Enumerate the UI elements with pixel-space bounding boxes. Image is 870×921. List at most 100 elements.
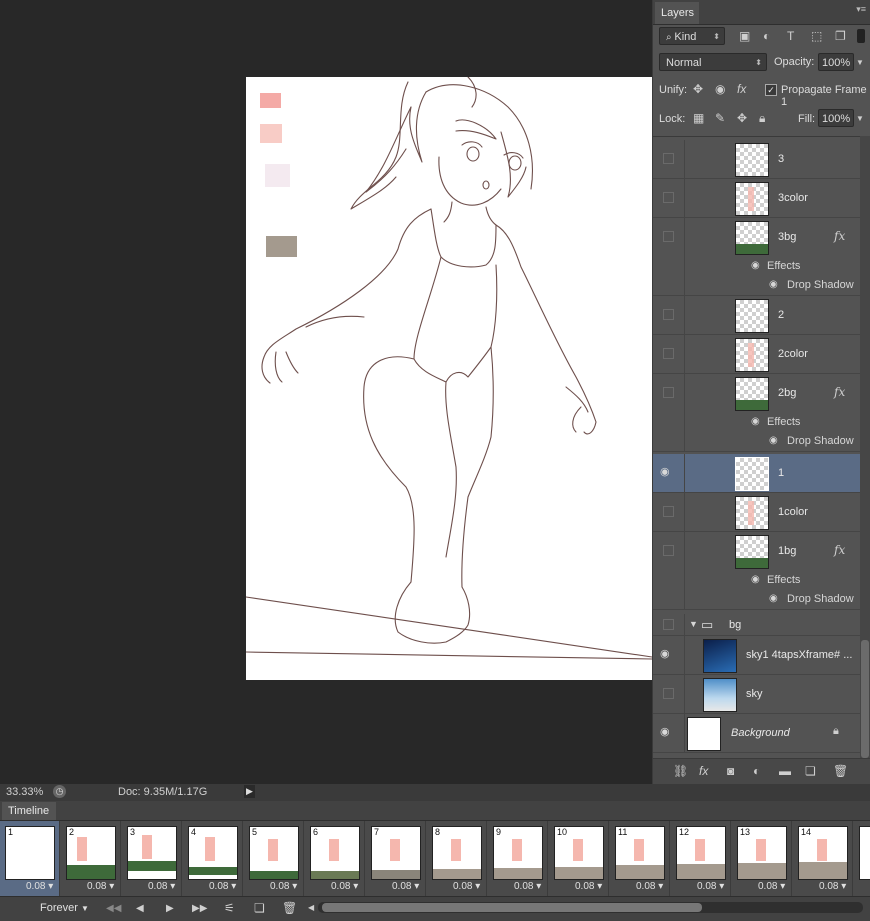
- layer-row[interactable]: sky: [653, 675, 860, 714]
- lock-position-icon[interactable]: ✥: [737, 111, 747, 125]
- visibility-toggle[interactable]: [663, 387, 674, 398]
- opacity-dropdown-icon[interactable]: ▼: [856, 56, 864, 70]
- propagate-checkbox[interactable]: ✓: [765, 84, 777, 96]
- unify-style-icon[interactable]: fx: [737, 82, 746, 96]
- unify-visibility-icon[interactable]: ◉: [715, 82, 725, 96]
- link-layers-icon[interactable]: ⛓: [673, 764, 688, 778]
- tab-layers[interactable]: Layers: [655, 2, 699, 24]
- add-style-icon[interactable]: fx: [699, 764, 708, 778]
- zoom-icon[interactable]: ◷: [53, 785, 66, 798]
- layer-name[interactable]: sky1 4tapsXframe# ...: [746, 649, 852, 661]
- pixel-filter-icon[interactable]: ▣: [739, 29, 750, 43]
- status-menu-arrow-icon[interactable]: ▶: [244, 785, 255, 798]
- adjustment-filter-icon[interactable]: ◐: [763, 29, 770, 43]
- eye-icon[interactable]: ◉: [769, 593, 778, 604]
- layer-name[interactable]: 2: [778, 309, 784, 321]
- first-frame-icon[interactable]: ◀◀: [106, 902, 121, 916]
- frame-delay[interactable]: 0.08 ▾: [514, 881, 541, 892]
- layer-name[interactable]: 3bg: [778, 231, 796, 243]
- frame-delay[interactable]: 0.08 ▾: [758, 881, 785, 892]
- timeline-frame[interactable]: 1 0.08 ▾: [0, 821, 60, 896]
- timeline-frame[interactable]: 6 0.08 ▾: [305, 821, 365, 896]
- effects-row[interactable]: ◉ Effects: [653, 413, 860, 432]
- eye-icon[interactable]: ◉: [660, 648, 676, 660]
- timeline-frame[interactable]: 13 0.08 ▾: [732, 821, 792, 896]
- timeline-frame[interactable]: 3 0.08 ▾: [122, 821, 182, 896]
- eye-icon[interactable]: ◉: [751, 574, 760, 585]
- tab-timeline[interactable]: Timeline: [2, 802, 56, 820]
- zoom-level[interactable]: 33.33%: [6, 786, 43, 798]
- timeline-scrollbar-thumb[interactable]: [322, 903, 702, 912]
- frame-delay[interactable]: 0.08 ▾: [270, 881, 297, 892]
- layer-row[interactable]: 3: [653, 140, 860, 179]
- frame-delay[interactable]: 0.08 ▾: [392, 881, 419, 892]
- frame-delay[interactable]: 0.08 ▾: [148, 881, 175, 892]
- timeline-frame[interactable]: 14 0.08 ▾: [793, 821, 853, 896]
- timeline-frame[interactable]: [854, 821, 870, 896]
- layer-name[interactable]: 3color: [778, 192, 808, 204]
- frame-delay[interactable]: 0.08 ▾: [209, 881, 236, 892]
- timeline-frame[interactable]: 4 0.08 ▾: [183, 821, 243, 896]
- layer-name[interactable]: 3: [778, 153, 784, 165]
- fill-input[interactable]: 100%: [818, 109, 854, 127]
- eye-icon[interactable]: ◉: [769, 435, 778, 446]
- fill-dropdown-icon[interactable]: ▼: [856, 112, 864, 126]
- delete-frame-icon[interactable]: 🗑︎: [282, 901, 297, 915]
- type-filter-icon[interactable]: T: [787, 29, 794, 43]
- lock-all-icon[interactable]: 🔒︎: [759, 111, 765, 125]
- visibility-toggle[interactable]: [663, 153, 674, 164]
- effects-row[interactable]: ◉ Effects: [653, 257, 860, 276]
- smart-object-filter-icon[interactable]: ❐: [835, 29, 846, 43]
- timeline-frame[interactable]: 5 0.08 ▾: [244, 821, 304, 896]
- eye-icon[interactable]: ◉: [769, 279, 778, 290]
- layer-group-row[interactable]: ▼ ▭ bg: [653, 614, 860, 636]
- frame-delay[interactable]: 0.08 ▾: [26, 881, 53, 892]
- lock-transparent-icon[interactable]: ▦: [693, 111, 704, 125]
- shape-filter-icon[interactable]: ⬚: [811, 29, 822, 43]
- opacity-input[interactable]: 100%: [818, 53, 854, 71]
- document-canvas[interactable]: [246, 77, 652, 680]
- layer-row[interactable]: 1bg fx: [653, 532, 860, 571]
- effects-row[interactable]: ◉ Effects: [653, 571, 860, 590]
- eye-icon[interactable]: ◉: [660, 466, 676, 478]
- lock-image-icon[interactable]: ✎: [715, 111, 725, 125]
- visibility-toggle[interactable]: [663, 192, 674, 203]
- loop-select[interactable]: Forever ▼: [40, 902, 89, 914]
- group-name[interactable]: bg: [729, 619, 741, 631]
- eye-icon[interactable]: ◉: [751, 416, 760, 427]
- visibility-toggle[interactable]: [663, 619, 674, 630]
- play-icon[interactable]: ▶: [166, 902, 174, 916]
- frame-delay[interactable]: 0.08 ▾: [697, 881, 724, 892]
- layers-scrollbar-thumb[interactable]: [861, 640, 869, 758]
- layer-row[interactable]: 2: [653, 296, 860, 335]
- visibility-toggle[interactable]: [663, 545, 674, 556]
- layer-name[interactable]: 1bg: [778, 545, 796, 557]
- filter-kind-select[interactable]: ⌕ Kind ⬍: [659, 27, 725, 45]
- layer-row-selected[interactable]: ◉ 1: [653, 454, 860, 493]
- timeline-frame[interactable]: 8 0.08 ▾: [427, 821, 487, 896]
- timeline-frame[interactable]: 11 0.08 ▾: [610, 821, 670, 896]
- frame-delay[interactable]: 0.08 ▾: [453, 881, 480, 892]
- frame-delay[interactable]: 0.08 ▾: [636, 881, 663, 892]
- chevron-down-icon[interactable]: ▼: [689, 619, 698, 629]
- new-adjustment-icon[interactable]: ◐: [753, 764, 760, 778]
- effect-row[interactable]: ◉ Drop Shadow: [653, 432, 860, 452]
- visibility-toggle[interactable]: [663, 309, 674, 320]
- visibility-toggle[interactable]: [663, 348, 674, 359]
- layer-name[interactable]: 2bg: [778, 387, 796, 399]
- layer-name[interactable]: Background: [731, 727, 790, 739]
- tween-icon[interactable]: ⚟: [224, 901, 235, 915]
- layer-name[interactable]: 1: [778, 467, 784, 479]
- scroll-left-icon[interactable]: ◀: [308, 901, 314, 915]
- timeline-frame[interactable]: 9 0.08 ▾: [488, 821, 548, 896]
- eye-icon[interactable]: ◉: [660, 726, 676, 738]
- frame-delay[interactable]: 0.08 ▾: [331, 881, 358, 892]
- canvas-area[interactable]: [0, 0, 652, 784]
- layer-row[interactable]: 1color: [653, 493, 860, 532]
- fx-icon[interactable]: fx: [834, 543, 845, 557]
- new-layer-icon[interactable]: ❏: [805, 764, 816, 778]
- fx-icon[interactable]: fx: [834, 229, 845, 243]
- visibility-toggle[interactable]: [663, 231, 674, 242]
- timeline-frame[interactable]: 10 0.08 ▾: [549, 821, 609, 896]
- layer-name[interactable]: sky: [746, 688, 763, 700]
